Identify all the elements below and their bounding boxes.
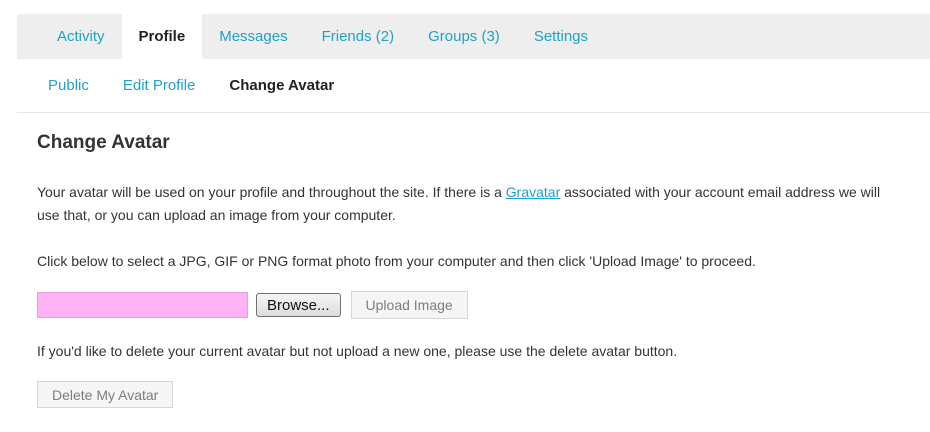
tab-groups[interactable]: Groups (3) xyxy=(411,14,517,59)
intro-line-1: Your avatar will be used on your profile… xyxy=(37,181,930,204)
primary-nav: Activity Profile Messages Friends (2) Gr… xyxy=(17,14,930,59)
browse-button[interactable]: Browse... xyxy=(256,293,341,317)
intro-text-before-link: Your avatar will be used on your profile… xyxy=(37,184,506,200)
tab-settings[interactable]: Settings xyxy=(517,14,605,59)
tab-profile[interactable]: Profile xyxy=(121,14,203,59)
tab-messages[interactable]: Messages xyxy=(202,14,304,59)
upload-image-button[interactable]: Upload Image xyxy=(350,291,468,319)
subtab-change-avatar[interactable]: Change Avatar xyxy=(229,77,334,94)
intro-text-after-link: associated with your account email addre… xyxy=(560,184,881,200)
page-title: Change Avatar xyxy=(37,132,170,153)
tab-activity[interactable]: Activity xyxy=(31,14,122,59)
file-path-field[interactable] xyxy=(37,292,248,318)
page: Activity Profile Messages Friends (2) Gr… xyxy=(0,0,930,432)
delete-avatar-button[interactable]: Delete My Avatar xyxy=(37,381,174,408)
upload-row: Browse... Upload Image xyxy=(37,291,930,319)
main-content: Change Avatar Your avatar will be used o… xyxy=(37,132,930,408)
intro-line-2: use that, or you can upload an image fro… xyxy=(37,207,396,223)
secondary-nav: Public Edit Profile Change Avatar xyxy=(17,59,930,113)
upload-instructions: Click below to select a JPG, GIF or PNG … xyxy=(37,253,756,269)
subtab-public[interactable]: Public xyxy=(48,77,89,94)
subtab-edit-profile[interactable]: Edit Profile xyxy=(123,77,196,94)
gravatar-link[interactable]: Gravatar xyxy=(506,184,560,200)
delete-avatar-note: If you'd like to delete your current ava… xyxy=(37,343,678,359)
tab-friends[interactable]: Friends (2) xyxy=(305,14,412,59)
